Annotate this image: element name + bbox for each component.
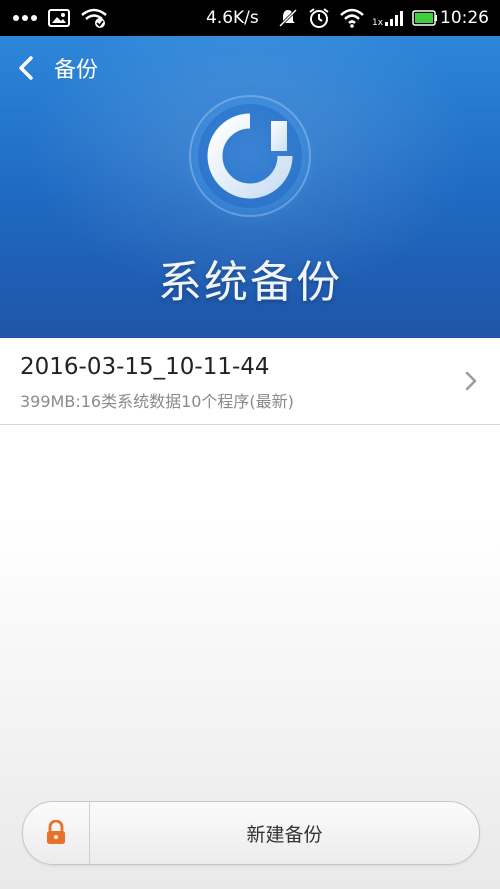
network-speed: 4.6K/s (206, 8, 259, 28)
chevron-right-icon (465, 371, 477, 391)
backup-description: 399MB:16类系统数据10个程序(最新) (20, 392, 294, 411)
backup-logo-icon (175, 81, 325, 231)
signal-icon: 1x (372, 0, 407, 36)
backup-header: 备份 系统备份 (0, 36, 500, 338)
clock-time: 10:26 (440, 8, 489, 28)
page-title: 系统备份 (158, 257, 342, 308)
battery-icon (412, 0, 438, 36)
alarm-icon (308, 0, 330, 36)
backup-name: 2016-03-15_10-11-44 (20, 354, 270, 380)
wifi-check-icon (80, 0, 108, 36)
signal-label: 1x (372, 18, 384, 28)
mute-bell-icon (278, 0, 298, 36)
new-backup-bar: 新建备份 (22, 801, 480, 865)
more-dots-icon (12, 0, 38, 36)
wifi-icon (340, 0, 364, 36)
lock-button[interactable] (23, 802, 90, 864)
lock-icon (47, 820, 65, 844)
new-backup-button[interactable]: 新建备份 (90, 802, 479, 864)
image-notification-icon (48, 0, 70, 36)
back-title: 备份 (54, 58, 99, 83)
status-bar: 4.6K/s 1x 10:26 (0, 0, 500, 36)
chevron-left-icon (19, 56, 33, 80)
back-button[interactable]: 备份 (14, 50, 98, 86)
backup-list-item[interactable]: 2016-03-15_10-11-44 399MB:16类系统数据10个程序(最… (0, 338, 500, 425)
